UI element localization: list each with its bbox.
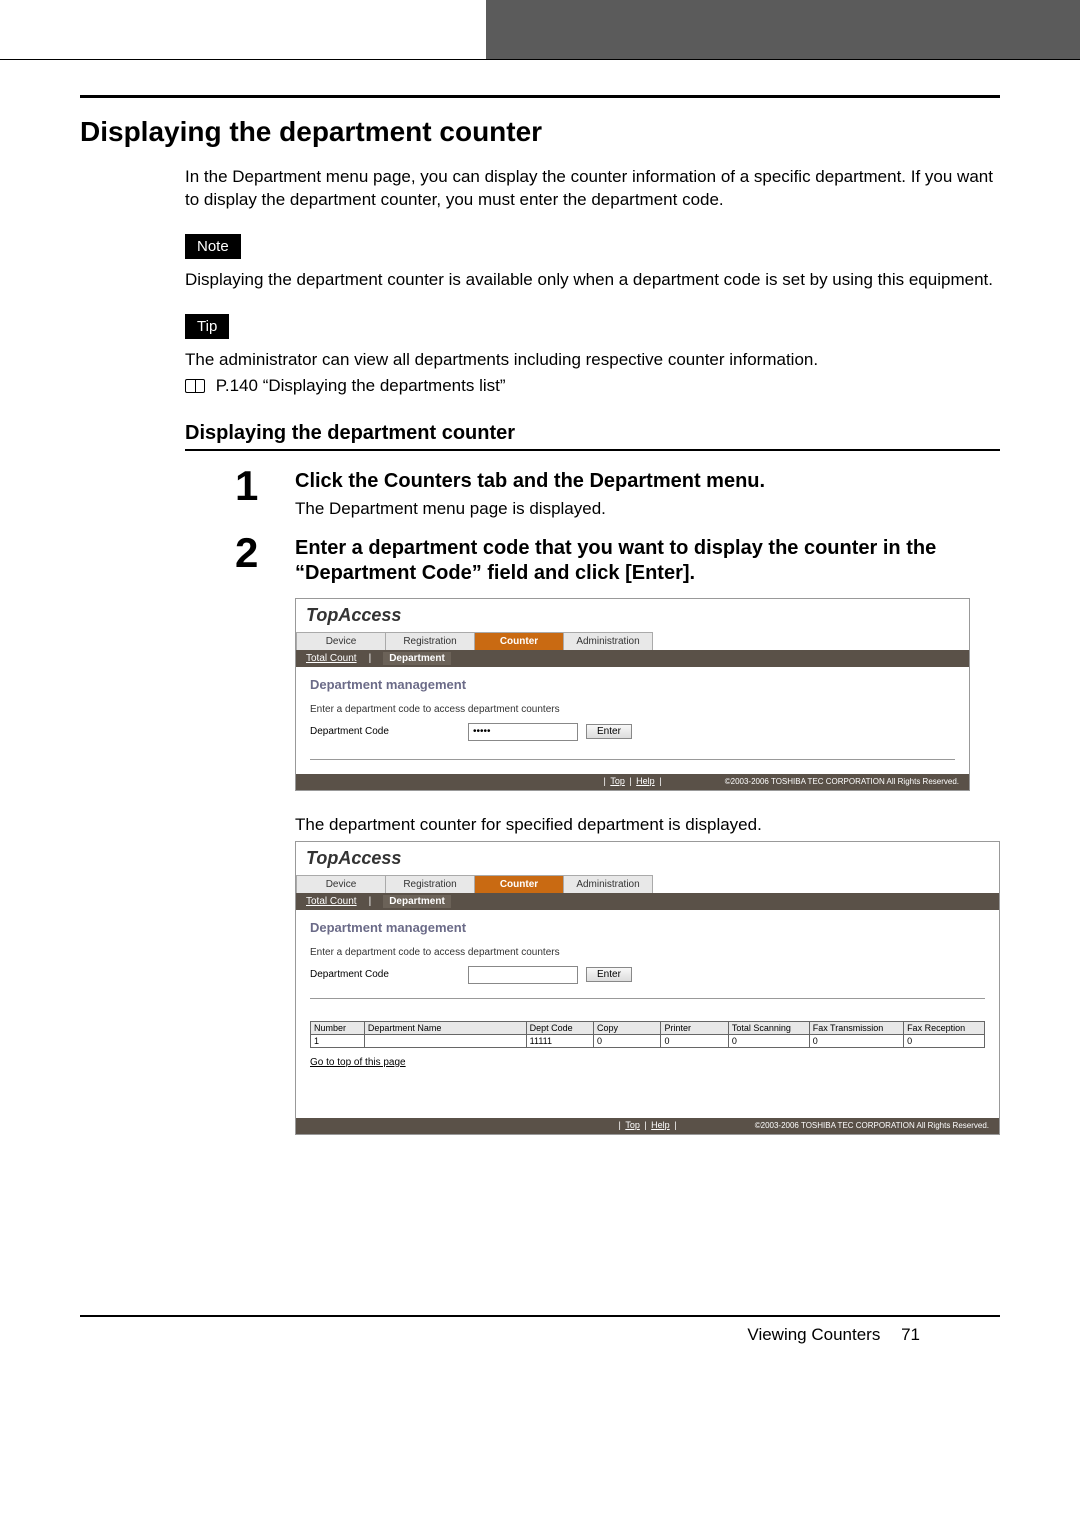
tab-counter[interactable]: Counter xyxy=(474,875,564,893)
cell-fax-trans: 0 xyxy=(809,1034,903,1047)
cell-dept-code: 11111 xyxy=(526,1034,593,1047)
table-row: 1 11111 0 0 0 0 0 xyxy=(311,1034,985,1047)
footer-page-number: 71 xyxy=(901,1325,920,1344)
panel-subtitle: Enter a department code to access depart… xyxy=(310,947,985,958)
dept-code-label: Department Code xyxy=(310,726,460,737)
dept-code-input[interactable] xyxy=(468,723,578,741)
cell-printer: 0 xyxy=(661,1034,728,1047)
footer-top-link[interactable]: Top xyxy=(623,1120,642,1130)
copyright: ©2003-2006 TOSHIBA TEC CORPORATION All R… xyxy=(725,777,959,786)
footer-label: Viewing Counters xyxy=(747,1325,880,1344)
cell-scanning: 0 xyxy=(728,1034,809,1047)
copyright: ©2003-2006 TOSHIBA TEC CORPORATION All R… xyxy=(755,1121,989,1130)
th-number: Number xyxy=(311,1021,365,1034)
subheading: Displaying the department counter xyxy=(185,422,1000,445)
table-header-row: Number Department Name Dept Code Copy Pr… xyxy=(311,1021,985,1034)
topaccess-logo: TopAccess xyxy=(296,599,969,632)
between-desc: The department counter for specified dep… xyxy=(295,815,1000,835)
book-icon xyxy=(185,379,205,393)
page-header-band xyxy=(0,0,1080,60)
tip-ref: P.140 “Displaying the departments list” xyxy=(185,376,1000,396)
ref-text: P.140 “Displaying the departments list” xyxy=(216,376,506,395)
sub-tab-bar: Total Count | Department xyxy=(296,650,969,667)
subtab-total-count[interactable]: Total Count xyxy=(306,896,357,907)
step-desc: The Department menu page is displayed. xyxy=(295,498,1000,520)
footer-help-link[interactable]: Help xyxy=(634,776,657,786)
subtab-total-count[interactable]: Total Count xyxy=(306,653,357,664)
panel-subtitle: Enter a department code to access depart… xyxy=(310,704,955,715)
enter-button[interactable]: Enter xyxy=(586,724,632,739)
subtab-department[interactable]: Department xyxy=(383,895,451,908)
tab-administration[interactable]: Administration xyxy=(563,875,653,893)
tab-bar: Device Registration Counter Administrati… xyxy=(296,632,969,650)
rule xyxy=(80,95,1000,98)
cell-number: 1 xyxy=(311,1034,365,1047)
counter-table: Number Department Name Dept Code Copy Pr… xyxy=(310,1021,985,1048)
cell-fax-recep: 0 xyxy=(904,1034,985,1047)
tip-badge: Tip xyxy=(185,314,229,339)
tab-administration[interactable]: Administration xyxy=(563,632,653,650)
note-text: Displaying the department counter is ava… xyxy=(185,269,1000,292)
tab-device[interactable]: Device xyxy=(296,632,386,650)
step-title: Enter a department code that you want to… xyxy=(295,536,1000,586)
screenshot-2: TopAccess Device Registration Counter Ad… xyxy=(295,841,1000,1135)
cell-dept-name xyxy=(364,1034,526,1047)
panel-title: Department management xyxy=(310,920,985,935)
tab-bar: Device Registration Counter Administrati… xyxy=(296,875,999,893)
screenshot-1: TopAccess Device Registration Counter Ad… xyxy=(295,598,970,791)
th-dept-name: Department Name xyxy=(364,1021,526,1034)
subtab-department[interactable]: Department xyxy=(383,652,451,665)
th-copy: Copy xyxy=(594,1021,661,1034)
footer-top-link[interactable]: Top xyxy=(608,776,627,786)
step-1: 1 Click the Counters tab and the Departm… xyxy=(235,469,1000,528)
th-dept-code: Dept Code xyxy=(526,1021,593,1034)
tip-text: The administrator can view all departmen… xyxy=(185,349,1000,372)
section-title: Displaying the department counter xyxy=(80,116,1000,148)
separator: | xyxy=(367,653,374,664)
step-title: Click the Counters tab and the Departmen… xyxy=(295,469,1000,494)
sub-rule xyxy=(185,449,1000,451)
dept-code-label: Department Code xyxy=(310,969,460,980)
step-number: 2 xyxy=(235,532,277,574)
cell-copy: 0 xyxy=(594,1034,661,1047)
step-2: 2 Enter a department code that you want … xyxy=(235,536,1000,590)
th-fax-trans: Fax Transmission xyxy=(809,1021,903,1034)
sub-tab-bar: Total Count | Department xyxy=(296,893,999,910)
dept-code-input[interactable] xyxy=(468,966,578,984)
panel-title: Department management xyxy=(310,677,955,692)
th-fax-recep: Fax Reception xyxy=(904,1021,985,1034)
step-number: 1 xyxy=(235,465,277,507)
footer-help-link[interactable]: Help xyxy=(649,1120,672,1130)
tab-registration[interactable]: Registration xyxy=(385,632,475,650)
th-total-scanning: Total Scanning xyxy=(728,1021,809,1034)
enter-button[interactable]: Enter xyxy=(586,967,632,982)
page-footer: Viewing Counters 71 xyxy=(80,1315,1000,1365)
separator: | xyxy=(367,896,374,907)
go-to-top-link[interactable]: Go to top of this page xyxy=(310,1057,406,1068)
tab-counter[interactable]: Counter xyxy=(474,632,564,650)
intro-paragraph: In the Department menu page, you can dis… xyxy=(185,166,1000,212)
note-badge: Note xyxy=(185,234,241,259)
screenshot-footer: | Top | Help | ©2003-2006 TOSHIBA TEC CO… xyxy=(296,774,969,790)
th-printer: Printer xyxy=(661,1021,728,1034)
topaccess-logo: TopAccess xyxy=(296,842,999,875)
tab-device[interactable]: Device xyxy=(296,875,386,893)
screenshot-footer: | Top | Help | ©2003-2006 TOSHIBA TEC CO… xyxy=(296,1118,999,1134)
tab-registration[interactable]: Registration xyxy=(385,875,475,893)
